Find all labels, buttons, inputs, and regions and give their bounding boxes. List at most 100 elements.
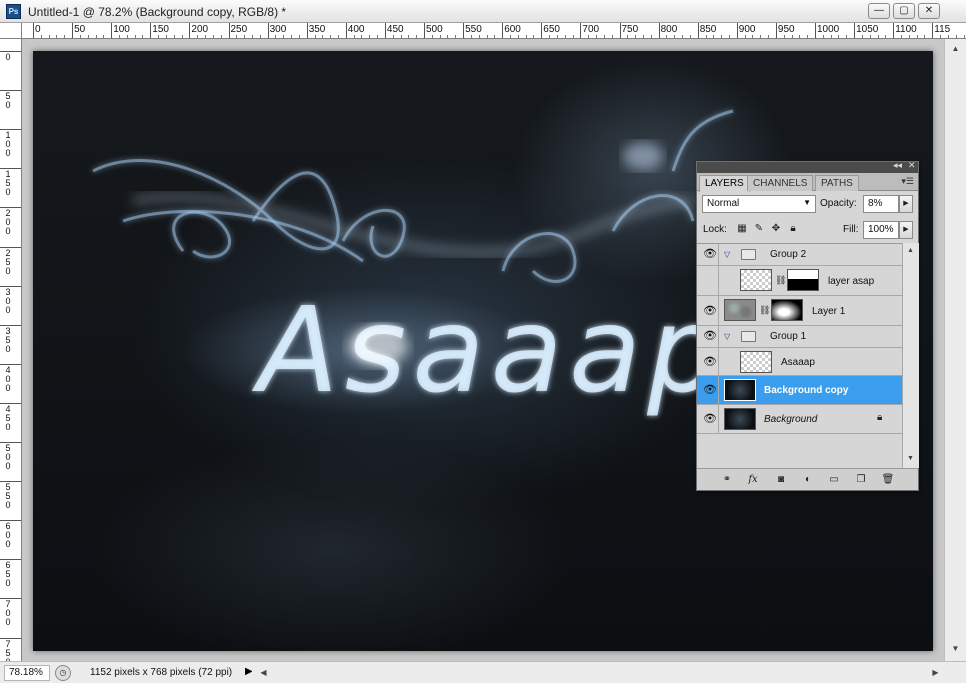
- tab-channels[interactable]: CHANNELS: [747, 175, 814, 191]
- lock-pixels-icon[interactable]: ✎: [753, 223, 765, 235]
- layer-name[interactable]: Asaaap: [781, 357, 815, 368]
- scroll-up-icon[interactable]: ▲: [948, 41, 963, 56]
- ruler-tick: [0, 90, 21, 92]
- eye-icon[interactable]: 👁︎: [703, 412, 717, 425]
- new-group-icon[interactable]: ▭: [826, 473, 842, 487]
- ruler-minor-tick: [510, 35, 512, 38]
- ruler-minor-tick: [40, 35, 42, 38]
- scroll-down-icon[interactable]: ▼: [907, 455, 914, 462]
- layer-name[interactable]: Group 1: [770, 331, 806, 342]
- chain-link-icon[interactable]: ⛓: [775, 275, 786, 286]
- minimize-button[interactable]: —: [868, 3, 890, 19]
- mask-thumbnail[interactable]: [787, 269, 819, 291]
- layer-row-group-2[interactable]: 👁︎ ▽ Group 2: [697, 244, 902, 266]
- eye-icon[interactable]: 👁︎: [703, 355, 717, 368]
- layer-thumbnail: [724, 408, 756, 430]
- ruler-minor-tick: [572, 35, 574, 38]
- layer-row-background-copy[interactable]: 👁︎ Background copy: [697, 376, 902, 405]
- scroll-down-icon[interactable]: ▼: [948, 641, 963, 656]
- layer-name[interactable]: Layer 1: [812, 306, 845, 317]
- ruler-minor-tick: [275, 35, 277, 38]
- adjustment-layer-icon[interactable]: ◐: [800, 473, 816, 487]
- close-button[interactable]: ✕: [918, 3, 940, 19]
- ruler-tick-label: 1050: [856, 24, 879, 35]
- maximize-button[interactable]: ▢: [893, 3, 915, 19]
- link-layers-icon[interactable]: ⚭: [719, 473, 735, 487]
- ruler-minor-tick: [963, 35, 965, 38]
- zoom-field[interactable]: 78.18%: [4, 665, 50, 681]
- visibility-toggle[interactable]: 👁︎: [699, 348, 719, 375]
- lock-position-icon[interactable]: ✥: [770, 223, 782, 235]
- ruler-minor-tick: [134, 35, 136, 38]
- twirl-down-icon[interactable]: ▽: [724, 332, 730, 341]
- visibility-toggle[interactable]: [699, 266, 719, 295]
- ruler-tick: [815, 23, 816, 38]
- scroll-right-icon[interactable]: ▶: [928, 665, 943, 680]
- tab-layers[interactable]: LAYERS: [699, 175, 750, 192]
- ruler-tick-label: 0: [35, 24, 41, 35]
- collapse-panel-icon[interactable]: ◂◂: [893, 160, 902, 171]
- tab-paths[interactable]: PATHS: [815, 175, 859, 191]
- document-status-icon[interactable]: ◷: [55, 665, 71, 681]
- horizontal-scrollbar[interactable]: ◀ ▶: [252, 661, 966, 683]
- twirl-down-icon[interactable]: ▽: [724, 250, 730, 259]
- layer-name[interactable]: layer asap: [828, 276, 874, 287]
- eye-icon[interactable]: 👁︎: [703, 383, 717, 396]
- ruler-origin[interactable]: [0, 23, 22, 39]
- visibility-toggle[interactable]: 👁︎: [699, 405, 719, 433]
- delete-layer-icon[interactable]: 🗑︎: [880, 473, 896, 487]
- eye-icon[interactable]: 👁︎: [703, 304, 717, 317]
- layer-row-asaaap[interactable]: 👁︎ Asaaap: [697, 348, 902, 376]
- fill-field[interactable]: 100%: [863, 221, 899, 239]
- ruler-minor-tick: [807, 35, 809, 38]
- fx-icon[interactable]: fx: [745, 473, 761, 487]
- panel-titlebar[interactable]: ◂◂ ✕: [697, 160, 918, 173]
- visibility-toggle[interactable]: 👁︎: [699, 296, 719, 325]
- layer-name[interactable]: Group 2: [770, 249, 806, 260]
- ruler-minor-tick: [447, 35, 449, 38]
- ruler-tick: [463, 23, 465, 38]
- ruler-minor-tick: [822, 35, 824, 38]
- layer-row-background[interactable]: 👁︎ Background 🔒︎: [697, 405, 902, 434]
- panel-menu-icon[interactable]: ▾☰: [901, 176, 914, 187]
- ruler-minor-tick: [846, 35, 848, 38]
- new-layer-icon[interactable]: ❐: [853, 473, 869, 487]
- close-panel-icon[interactable]: ✕: [908, 160, 916, 171]
- scroll-left-icon[interactable]: ◀: [256, 665, 271, 680]
- lock-transparency-icon[interactable]: ▦: [736, 223, 748, 235]
- ruler-minor-tick: [642, 35, 644, 38]
- scroll-up-icon[interactable]: ▲: [907, 247, 914, 254]
- layer-row-group-1[interactable]: 👁︎ ▽ Group 1: [697, 326, 902, 348]
- lock-all-icon[interactable]: 🔒︎: [787, 223, 799, 235]
- ruler-tick-label: 50: [74, 24, 86, 35]
- mask-thumbnail[interactable]: [771, 299, 803, 321]
- chain-link-icon[interactable]: ⛓: [759, 305, 770, 316]
- ruler-minor-tick: [377, 35, 379, 38]
- layers-list[interactable]: 👁︎ ▽ Group 2 ⛓ layer asap 👁︎ ⛓ Layer 1 👁…: [697, 243, 902, 468]
- vertical-scrollbar[interactable]: ▲ ▼: [944, 39, 966, 661]
- ruler-minor-tick: [517, 35, 519, 38]
- visibility-toggle[interactable]: 👁︎: [699, 376, 719, 404]
- eye-icon[interactable]: 👁︎: [703, 247, 717, 260]
- layer-row-layer-1[interactable]: 👁︎ ⛓ Layer 1: [697, 296, 902, 326]
- ruler-minor-tick: [181, 35, 183, 38]
- layer-row-layer-asap[interactable]: ⛓ layer asap: [697, 266, 902, 296]
- fill-slider-arrow-icon[interactable]: ▶: [899, 221, 913, 239]
- visibility-toggle[interactable]: 👁︎: [699, 244, 719, 265]
- opacity-slider-arrow-icon[interactable]: ▶: [899, 195, 913, 213]
- opacity-field[interactable]: 8%: [863, 195, 899, 213]
- layer-name[interactable]: Background copy: [764, 385, 848, 396]
- vertical-ruler[interactable]: 0 5 0 1 0 0 1 5 0 2 0 0 2 5 0 3 0 0 3 5 0 4 0 0 4…: [0, 39, 22, 661]
- blend-mode-select[interactable]: Normal ▼: [702, 195, 816, 213]
- ruler-minor-tick: [455, 35, 457, 38]
- ruler-minor-tick: [322, 35, 324, 38]
- layer-name[interactable]: Background: [764, 414, 817, 425]
- layers-scrollbar[interactable]: ▲ ▼: [902, 243, 919, 468]
- horizontal-ruler[interactable]: 0 50 100 150 200 250 300 350 400 450 500 550 600 650 7…: [22, 23, 966, 39]
- add-mask-icon[interactable]: ◙: [773, 473, 789, 487]
- eye-icon[interactable]: 👁︎: [703, 329, 717, 342]
- ruler-minor-tick: [682, 35, 684, 38]
- layers-panel[interactable]: ◂◂ ✕ LAYERS CHANNELS PATHS ▾☰ Normal ▼ O…: [696, 160, 919, 491]
- visibility-toggle[interactable]: 👁︎: [699, 326, 719, 347]
- ruler-tick: [580, 23, 582, 38]
